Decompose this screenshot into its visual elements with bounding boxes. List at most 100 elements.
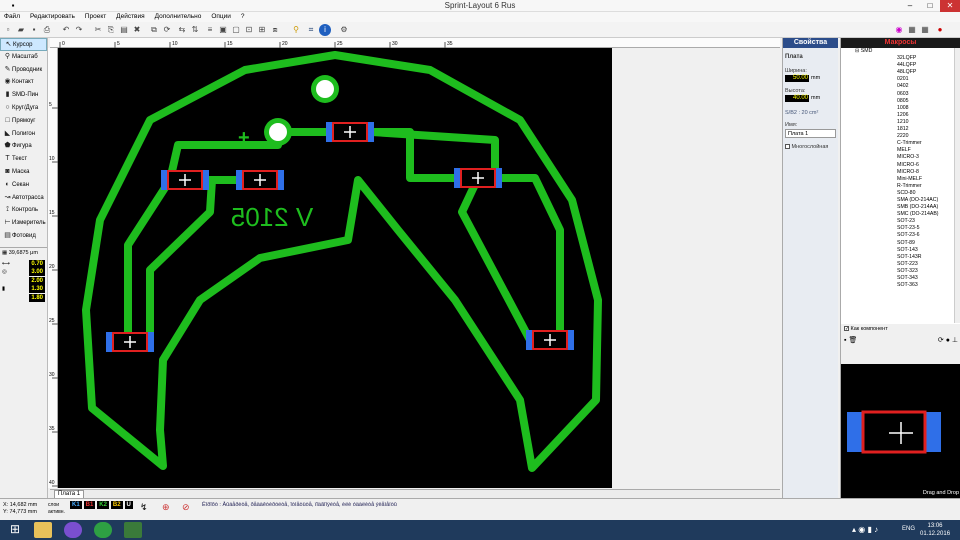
pcb-canvas[interactable]: + V 2105: [58, 48, 612, 488]
board-label[interactable]: V 2105: [231, 202, 313, 232]
menu-help[interactable]: ?: [237, 12, 249, 22]
smd-component[interactable]: [161, 170, 209, 190]
macro-item[interactable]: 0805: [869, 98, 960, 105]
macro-item[interactable]: SOT-363: [869, 282, 960, 289]
height-input[interactable]: 40.00: [785, 95, 809, 102]
macro-preview[interactable]: Drag and Drop: [841, 364, 960, 498]
menu-extras[interactable]: Дополнительно: [151, 12, 206, 22]
menu-actions[interactable]: Действия: [112, 12, 148, 22]
macro-tree[interactable]: ⊟ SMD 32LQFP 44LQFP 48LQFP 0201 0402 0603 0805…: [841, 48, 960, 323]
macro-item[interactable]: SOT-89: [869, 240, 960, 247]
macro-item[interactable]: 44LQFP: [869, 62, 960, 69]
macro-item[interactable]: SOT-23-6: [869, 232, 960, 239]
macro-item[interactable]: SOT-23-5: [869, 225, 960, 232]
as-component-checkbox[interactable]: ✓: [844, 326, 849, 332]
smd-w-row[interactable]: ▮ 1.30: [2, 285, 45, 294]
macro-item[interactable]: 0402: [869, 83, 960, 90]
layer-b2[interactable]: B2: [110, 501, 123, 509]
pad-inner-row[interactable]: 2.00: [2, 276, 45, 286]
tool-text[interactable]: T Текст: [0, 153, 47, 166]
undo-icon[interactable]: ↶: [60, 24, 72, 36]
width-input[interactable]: 50.00: [785, 75, 809, 82]
open-folder-icon[interactable]: ▰: [15, 24, 27, 36]
close-button[interactable]: ✕: [940, 0, 960, 12]
save-macro-icon[interactable]: ▪: [844, 337, 846, 344]
duplicate-icon[interactable]: ⧉: [148, 24, 160, 36]
no-route-icon[interactable]: ⊘: [182, 502, 190, 513]
redo-icon[interactable]: ↷: [73, 24, 85, 36]
macro-item[interactable]: SOT-223: [869, 261, 960, 268]
tool-zoom[interactable]: ⚲ Масштаб: [0, 51, 47, 64]
tray-icons[interactable]: ▴ ◉ ▮ ♪: [852, 525, 878, 534]
macro-item[interactable]: SMC (DO-214AB): [869, 211, 960, 218]
unlock-icon[interactable]: ⊞: [256, 24, 268, 36]
macro-item[interactable]: 0201: [869, 76, 960, 83]
multilayer-checkbox[interactable]: [785, 144, 790, 150]
menu-project[interactable]: Проект: [81, 12, 110, 22]
tool-autoroute[interactable]: ↝ Автотрасса: [0, 192, 47, 205]
copy-icon[interactable]: ⎘: [105, 24, 117, 36]
layer-u[interactable]: U: [124, 501, 133, 509]
smd-component[interactable]: [326, 122, 374, 142]
menu-options[interactable]: Опции: [207, 12, 235, 22]
save-icon[interactable]: ▪: [28, 24, 40, 36]
chrome-icon[interactable]: [94, 522, 112, 538]
k1-icon[interactable]: ▦: [906, 24, 918, 36]
macro-item[interactable]: 32LQFP: [869, 55, 960, 62]
macro-item[interactable]: 0603: [869, 91, 960, 98]
macro-item[interactable]: 1812: [869, 126, 960, 133]
track-width-row[interactable]: ⟷ 0.70: [2, 259, 45, 269]
tool-rect[interactable]: □ Прямоуг: [0, 115, 47, 128]
ungroup-icon[interactable]: ▢: [230, 24, 242, 36]
macro-item[interactable]: 1210: [869, 119, 960, 126]
info-icon[interactable]: i: [319, 24, 331, 36]
target-icon[interactable]: ⊕: [162, 502, 170, 513]
language-indicator[interactable]: ENG: [902, 526, 915, 532]
macro-item[interactable]: 2220: [869, 133, 960, 140]
tool-shape[interactable]: ⬟Фигура: [0, 140, 47, 153]
grid-readout[interactable]: ▦ 39,6875 μm: [2, 250, 45, 256]
smd-component[interactable]: [454, 168, 502, 188]
trash-icon[interactable]: 🗑: [848, 337, 857, 344]
tool-polygon[interactable]: ◣ Полигон: [0, 128, 47, 141]
macro-item[interactable]: MICRO-8: [869, 169, 960, 176]
print-icon[interactable]: ⎙: [41, 24, 53, 36]
macro-item[interactable]: SOT-143R: [869, 254, 960, 261]
delete-icon[interactable]: ✖: [131, 24, 143, 36]
record-icon[interactable]: ●: [934, 24, 946, 36]
new-file-icon[interactable]: ▫: [2, 24, 14, 36]
tool-mask[interactable]: ◙ Маска: [0, 166, 47, 179]
name-input[interactable]: Плата 1: [785, 129, 836, 138]
k2-icon[interactable]: ▦: [919, 24, 931, 36]
menu-edit[interactable]: Редактировать: [26, 12, 79, 22]
explorer-icon[interactable]: [34, 522, 52, 538]
smd-component[interactable]: [106, 332, 154, 352]
layer-b1[interactable]: B1: [83, 501, 96, 509]
mirror-h-icon[interactable]: ⇆: [176, 24, 188, 36]
macro-item[interactable]: MICRO-3: [869, 154, 960, 161]
tool-cursor[interactable]: ↖ Курсор: [0, 38, 47, 51]
layout-icon[interactable]: ⌗: [305, 24, 317, 36]
macro-item[interactable]: SOT-343: [869, 275, 960, 282]
macro-item[interactable]: 1008: [869, 105, 960, 112]
macro-item[interactable]: SOT-143: [869, 247, 960, 254]
tool-cutout[interactable]: ◐ Секан: [0, 179, 47, 192]
macro-item[interactable]: MICRO-6: [869, 162, 960, 169]
sprint-layout-icon[interactable]: [124, 522, 142, 538]
smd-h-row[interactable]: 1.80: [2, 293, 45, 303]
layer-k1[interactable]: K1: [70, 501, 82, 509]
clock[interactable]: 13:06 01.12.2016: [920, 522, 950, 538]
macro-item[interactable]: SOT-23: [869, 218, 960, 225]
macro-item[interactable]: 48LQFP: [869, 69, 960, 76]
mirror-v-icon[interactable]: ⇅: [189, 24, 201, 36]
maximize-button[interactable]: □: [920, 0, 940, 12]
windows-start-icon[interactable]: ⊞: [6, 522, 24, 538]
layer-icon[interactable]: ⧈: [269, 24, 281, 36]
pad-outer-row[interactable]: ◎ 3.00: [2, 268, 45, 277]
smd-component[interactable]: [526, 330, 574, 350]
macro-item[interactable]: SMB (DO-214AA): [869, 204, 960, 211]
board-drawing[interactable]: + V 2105: [58, 48, 612, 488]
settings-icon[interactable]: ⚙: [338, 24, 350, 36]
macro-item[interactable]: R-Trimmer: [869, 183, 960, 190]
macro-item[interactable]: 1206: [869, 112, 960, 119]
